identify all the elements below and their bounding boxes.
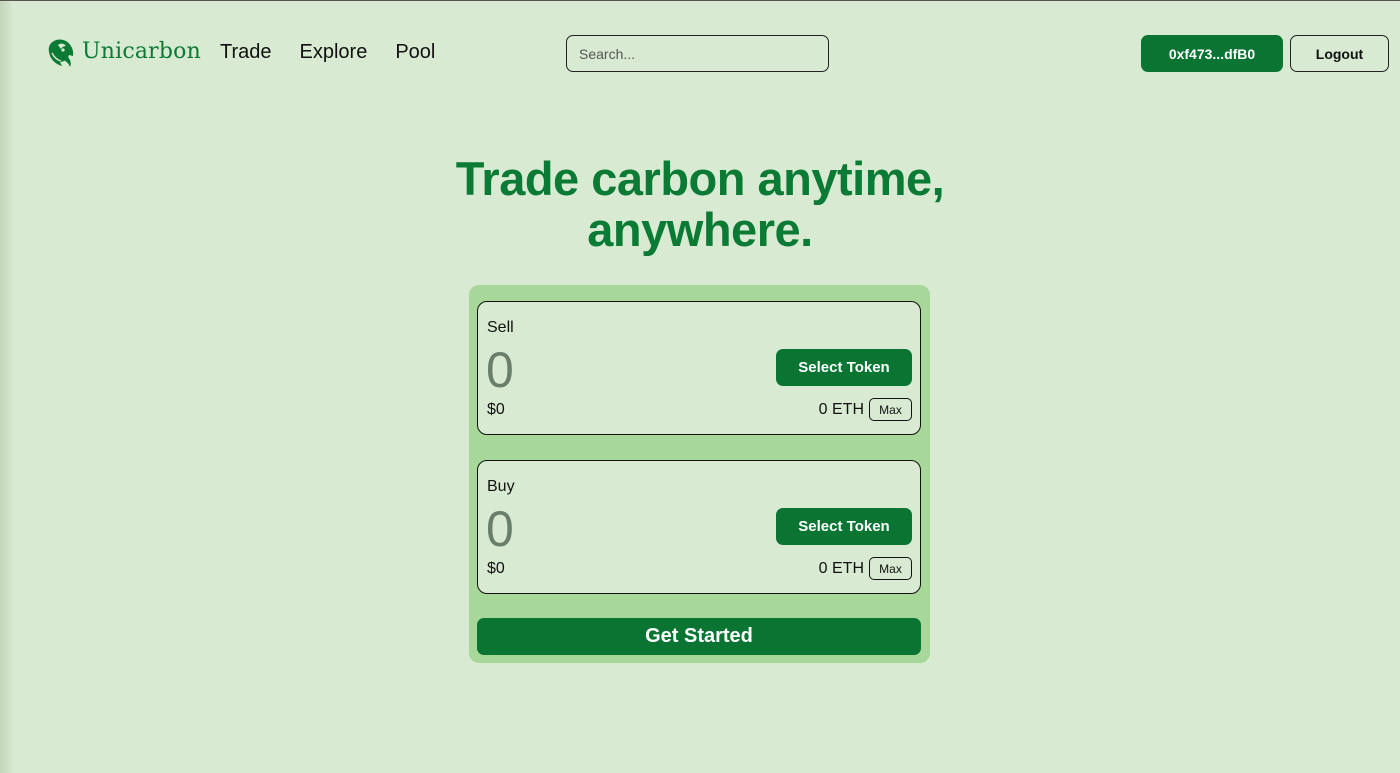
sell-usd-value: $0 — [487, 401, 505, 418]
sell-amount-input[interactable]: 0 — [486, 342, 514, 398]
brand-name: Unicarbon — [82, 39, 201, 64]
sell-panel: Sell 0 Select Token $0 0 ETH Max — [477, 301, 921, 435]
unicorn-icon — [40, 29, 78, 74]
top-header: Unicarbon Trade Explore Pool 0xf473...df… — [0, 1, 1400, 101]
search-input[interactable] — [566, 35, 829, 72]
hero-heading: Trade carbon anytime, anywhere. — [0, 153, 1400, 255]
buy-label: Buy — [487, 478, 515, 495]
wallet-address-button[interactable]: 0xf473...dfB0 — [1141, 35, 1283, 72]
buy-balance-row: 0 ETH Max — [819, 557, 912, 580]
hero-line-2: anywhere. — [587, 203, 813, 256]
nav-item-explore[interactable]: Explore — [300, 41, 368, 64]
swap-card: Sell 0 Select Token $0 0 ETH Max Buy 0 S… — [469, 285, 930, 663]
sell-select-token-button[interactable]: Select Token — [776, 349, 912, 386]
buy-amount-input[interactable]: 0 — [486, 501, 514, 557]
buy-select-token-button[interactable]: Select Token — [776, 508, 912, 545]
sell-balance-row: 0 ETH Max — [819, 398, 912, 421]
main-nav: Trade Explore Pool — [220, 41, 435, 64]
buy-max-button[interactable]: Max — [869, 557, 912, 580]
sell-max-button[interactable]: Max — [869, 398, 912, 421]
nav-item-trade[interactable]: Trade — [220, 41, 272, 64]
window-edge-shadow — [0, 1, 14, 773]
buy-usd-value: $0 — [487, 560, 505, 577]
buy-balance: 0 ETH — [818, 559, 864, 577]
nav-item-pool[interactable]: Pool — [395, 41, 435, 64]
sell-balance: 0 ETH — [818, 400, 864, 418]
hero-line-1: Trade carbon anytime, — [455, 152, 945, 205]
get-started-button[interactable]: Get Started — [477, 618, 921, 655]
logout-button[interactable]: Logout — [1290, 35, 1389, 72]
brand-logo[interactable]: Unicarbon — [40, 29, 201, 74]
sell-label: Sell — [487, 319, 514, 336]
buy-panel: Buy 0 Select Token $0 0 ETH Max — [477, 460, 921, 594]
